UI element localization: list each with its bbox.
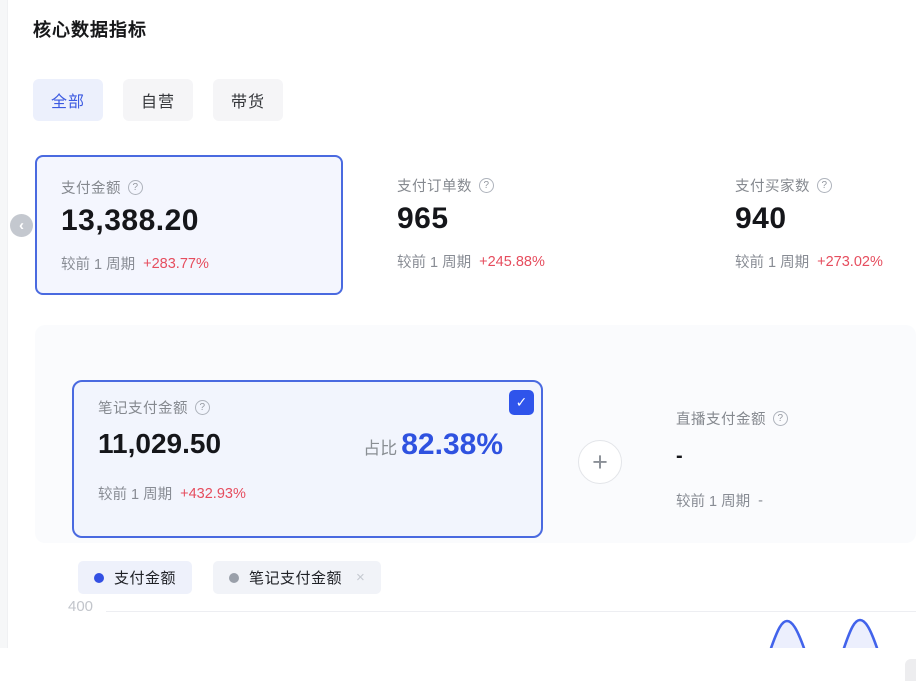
change-value: +432.93% [180, 486, 246, 502]
chevron-left-icon: ‹ [19, 217, 24, 234]
add-metric-button[interactable]: + [578, 440, 622, 484]
compare-label: 较前 1 周期 [61, 253, 135, 274]
left-edge-strip [0, 0, 8, 653]
metric-card-buyer-count[interactable]: 支付买家数 ? 940 较前 1 周期 +273.02% [711, 155, 916, 295]
compare-label: 较前 1 周期 [98, 483, 172, 504]
help-icon[interactable]: ? [195, 400, 210, 415]
tab-all[interactable]: 全部 [33, 79, 103, 121]
change-value: - [758, 493, 763, 509]
breakdown-panel: ✓ 笔记支付金额 ? 11,029.50 占比 82.38% 较前 1 周期 +… [35, 325, 916, 543]
metric-label: 支付买家数 [735, 175, 810, 196]
check-icon: ✓ [516, 394, 528, 411]
help-icon[interactable]: ? [479, 178, 494, 193]
live-compare-row: 较前 1 周期 - [676, 490, 906, 511]
note-share: 占比 82.38% [363, 428, 503, 462]
share-label: 占比 [363, 434, 397, 459]
floating-widget-partial[interactable] [905, 659, 916, 681]
legend-label: 支付金额 [114, 567, 176, 588]
change-value: +245.88% [479, 254, 545, 270]
metric-label-row: 支付金额 ? [61, 177, 143, 198]
metric-label-row: 支付买家数 ? [735, 175, 832, 196]
core-metrics-dashboard: 核心数据指标 全部 自营 带货 ‹ 支付金额 ? 13,388.20 较前 1 … [0, 0, 916, 681]
series-dot-icon [94, 573, 104, 583]
change-value: +283.77% [143, 256, 209, 272]
metric-label-row: 支付订单数 ? [397, 175, 494, 196]
metric-label: 支付订单数 [397, 175, 472, 196]
close-icon[interactable]: × [356, 569, 365, 586]
note-compare-row: 较前 1 周期 +432.93% [98, 483, 246, 504]
metric-card-payment-amount[interactable]: 支付金额 ? 13,388.20 较前 1 周期 +283.77% [35, 155, 343, 295]
y-axis-tick-400: 400 [68, 598, 93, 615]
metric-compare-row: 较前 1 周期 +245.88% [397, 251, 545, 272]
live-label-row: 直播支付金额 ? [676, 408, 906, 429]
note-value: 11,029.50 [98, 428, 221, 460]
tab-self-operated[interactable]: 自营 [123, 79, 193, 121]
series-dot-icon [229, 573, 239, 583]
carousel-prev-button[interactable]: ‹ [10, 214, 33, 237]
metric-value: 940 [735, 202, 787, 236]
note-payment-card[interactable]: ✓ 笔记支付金额 ? 11,029.50 占比 82.38% 较前 1 周期 +… [72, 380, 543, 538]
page-title: 核心数据指标 [33, 16, 147, 42]
help-icon[interactable]: ? [128, 180, 143, 195]
chart-gridline [106, 611, 916, 612]
legend-item-payment-amount[interactable]: 支付金额 [78, 561, 192, 594]
metric-compare-row: 较前 1 周期 +273.02% [735, 251, 883, 272]
plus-icon: + [592, 447, 608, 477]
live-label: 直播支付金额 [676, 408, 766, 429]
share-value: 82.38% [401, 428, 503, 462]
chart-legend: 支付金额 笔记支付金额 × [78, 561, 381, 594]
metric-compare-row: 较前 1 周期 +283.77% [61, 253, 209, 274]
tab-affiliate[interactable]: 带货 [213, 79, 283, 121]
metric-label: 支付金额 [61, 177, 121, 198]
compare-label: 较前 1 周期 [676, 490, 750, 511]
live-value: - [676, 445, 906, 468]
metric-value: 965 [397, 202, 449, 236]
help-icon[interactable]: ? [817, 178, 832, 193]
metric-card-order-count[interactable]: 支付订单数 ? 965 较前 1 周期 +245.88% [373, 155, 681, 295]
note-label-row: 笔记支付金额 ? [98, 397, 210, 418]
metric-value: 13,388.20 [61, 204, 199, 238]
note-label: 笔记支付金额 [98, 397, 188, 418]
live-payment-card[interactable]: 直播支付金额 ? - 较前 1 周期 - [676, 408, 906, 511]
help-icon[interactable]: ? [773, 411, 788, 426]
compare-label: 较前 1 周期 [735, 251, 809, 272]
compare-label: 较前 1 周期 [397, 251, 471, 272]
legend-label: 笔记支付金额 [249, 567, 342, 588]
legend-item-note-payment-amount[interactable]: 笔记支付金额 × [213, 561, 381, 594]
bottom-fold-strip [0, 648, 916, 681]
checkbox-checked-icon[interactable]: ✓ [509, 390, 534, 415]
scope-tabs: 全部 自营 带货 [33, 79, 283, 121]
change-value: +273.02% [817, 254, 883, 270]
line-chart-peaks [740, 615, 916, 651]
